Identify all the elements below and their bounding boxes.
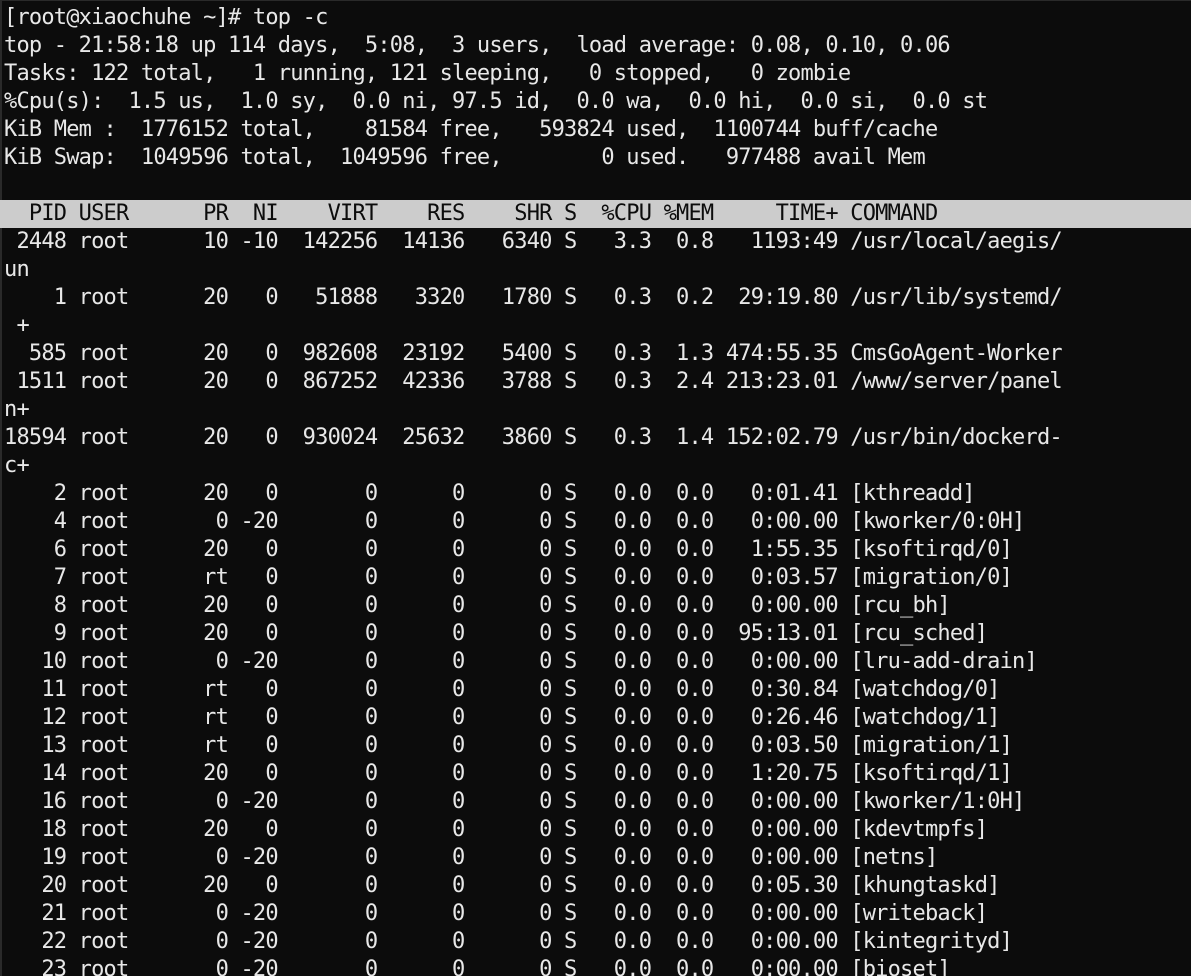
summary-swap: KiB Swap: 1049596 total, 1049596 free, 0… (4, 145, 926, 170)
summary-uptime: top - 21:58:18 up 114 days, 5:08, 3 user… (4, 33, 951, 58)
process-row: 18 root 20 0 0 0 0 S 0.0 0.0 0:00.00 [kd… (4, 817, 988, 842)
process-row: 6 root 20 0 0 0 0 S 0.0 0.0 1:55.35 [kso… (4, 537, 1013, 562)
process-row: 16 root 0 -20 0 0 0 S 0.0 0.0 0:00.00 [k… (4, 789, 1025, 814)
process-row: 1 root 20 0 51888 3320 1780 S 0.3 0.2 29… (4, 285, 1063, 310)
process-row: 9 root 20 0 0 0 0 S 0.0 0.0 95:13.01 [rc… (4, 621, 988, 646)
terminal-window[interactable]: [root@xiaochuhe ~]# top -c top - 21:58:1… (0, 0, 1191, 976)
process-row: 7 root rt 0 0 0 0 S 0.0 0.0 0:03.57 [mig… (4, 565, 1013, 590)
process-row: 23 root 0 -20 0 0 0 S 0.0 0.0 0:00.00 [b… (4, 957, 950, 976)
process-row: 13 root rt 0 0 0 0 S 0.0 0.0 0:03.50 [mi… (4, 733, 1013, 758)
process-row: 1511 root 20 0 867252 42336 3788 S 0.3 2… (4, 369, 1062, 394)
process-row: 585 root 20 0 982608 23192 5400 S 0.3 1.… (4, 341, 1063, 366)
process-row: 22 root 0 -20 0 0 0 S 0.0 0.0 0:00.00 [k… (4, 929, 1013, 954)
table-header: PID USER PR NI VIRT RES SHR S %CPU %MEM … (4, 201, 938, 226)
process-row: 2448 root 10 -10 142256 14136 6340 S 3.3… (4, 229, 1062, 254)
process-row-wrap: c+ (4, 453, 30, 478)
process-row: 21 root 0 -20 0 0 0 S 0.0 0.0 0:00.00 [w… (4, 901, 988, 926)
process-row: 19 root 0 -20 0 0 0 S 0.0 0.0 0:00.00 [n… (4, 845, 938, 870)
summary-tasks: Tasks: 122 total, 1 running, 121 sleepin… (4, 61, 851, 86)
process-row: 12 root rt 0 0 0 0 S 0.0 0.0 0:26.46 [wa… (4, 705, 1000, 730)
process-row: 4 root 0 -20 0 0 0 S 0.0 0.0 0:00.00 [kw… (4, 509, 1026, 534)
process-row: 14 root 20 0 0 0 0 S 0.0 0.0 1:20.75 [ks… (4, 761, 1013, 786)
process-row: 10 root 0 -20 0 0 0 S 0.0 0.0 0:00.00 [l… (4, 649, 1037, 674)
prompt-line: [root@xiaochuhe ~]# top -c (4, 5, 328, 30)
process-row: 8 root 20 0 0 0 0 S 0.0 0.0 0:00.00 [rcu… (4, 593, 951, 618)
process-row-wrap: + (4, 313, 29, 338)
summary-mem: KiB Mem : 1776152 total, 81584 free, 593… (4, 117, 938, 142)
process-row: 20 root 20 0 0 0 0 S 0.0 0.0 0:05.30 [kh… (4, 873, 1000, 898)
process-row-wrap: n+ (4, 397, 30, 422)
process-row: 18594 root 20 0 930024 25632 3860 S 0.3 … (4, 425, 1063, 450)
process-row-wrap: un (4, 257, 30, 282)
process-row: 11 root rt 0 0 0 0 S 0.0 0.0 0:30.84 [wa… (4, 677, 1000, 702)
process-row: 2 root 20 0 0 0 0 S 0.0 0.0 0:01.41 [kth… (4, 481, 976, 506)
left-border (0, 0, 2, 976)
top-border (0, 0, 1191, 1)
summary-cpu: %Cpu(s): 1.5 us, 1.0 sy, 0.0 ni, 97.5 id… (4, 89, 988, 114)
